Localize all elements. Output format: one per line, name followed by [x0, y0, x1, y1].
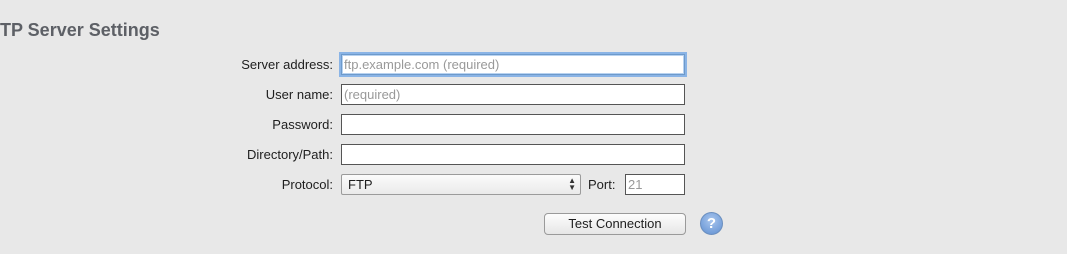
protocol-selected-value: FTP — [348, 177, 373, 192]
help-icon[interactable]: ? — [700, 212, 723, 235]
server-address-field[interactable]: ftp.example.com (required) — [341, 54, 685, 75]
directory-path-field[interactable] — [341, 144, 685, 165]
user-name-label: User name: — [265, 87, 333, 102]
protocol-label: Protocol: — [281, 177, 333, 192]
user-name-field[interactable]: (required) — [341, 84, 685, 105]
section-title: TP Server Settings — [0, 20, 160, 40]
port-label: Port: — [588, 177, 616, 192]
password-label: Password: — [272, 117, 333, 132]
test-connection-button[interactable]: Test Connection — [544, 213, 686, 235]
password-field[interactable] — [341, 114, 685, 135]
select-arrows-icon: ▲ ▼ — [568, 176, 576, 192]
port-field[interactable]: 21 — [625, 174, 685, 195]
protocol-select[interactable]: FTP ▲ ▼ — [341, 174, 581, 195]
directory-path-label: Directory/Path: — [247, 147, 333, 162]
server-address-label: Server address: — [241, 57, 333, 72]
